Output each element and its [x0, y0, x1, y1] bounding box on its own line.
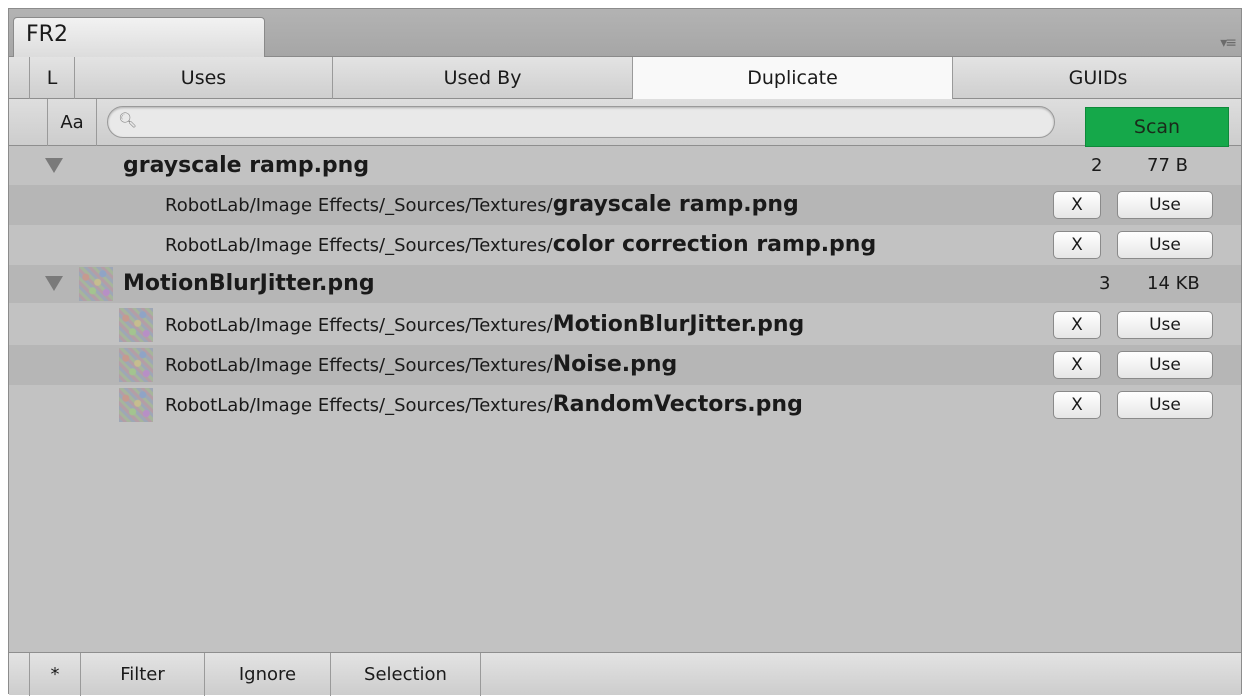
- item-file-name: MotionBlurJitter.png: [552, 312, 805, 337]
- item-file-name: RandomVectors.png: [552, 392, 803, 417]
- item-path: RobotLab/Image Effects/_Sources/Textures…: [165, 192, 799, 217]
- group-row[interactable]: MotionBlurJitter.png 3 14 KB: [9, 265, 1241, 303]
- group-count: 3: [1099, 273, 1111, 294]
- texture-thumbnail-icon: [119, 348, 153, 382]
- search-bar: Aa 🔍︎ Scan: [9, 99, 1241, 147]
- search-field[interactable]: 🔍︎: [107, 106, 1055, 138]
- item-file-name: Noise.png: [552, 352, 678, 377]
- use-button[interactable]: Use: [1117, 351, 1213, 379]
- fr2-window: FR2 ▾≡ L Uses Used By Duplicate GUIDs Aa…: [8, 8, 1242, 696]
- use-button[interactable]: Use: [1117, 391, 1213, 419]
- texture-thumbnail-icon: [119, 308, 153, 342]
- use-button[interactable]: Use: [1117, 191, 1213, 219]
- star-button[interactable]: *: [29, 653, 81, 696]
- lock-toggle[interactable]: L: [29, 57, 75, 99]
- ignore-button[interactable]: Ignore: [205, 653, 331, 696]
- item-file-name: grayscale ramp.png: [552, 192, 799, 217]
- search-icon[interactable]: 🔍︎: [118, 111, 137, 129]
- remove-button[interactable]: X: [1053, 231, 1101, 259]
- list-item[interactable]: RobotLab/Image Effects/_Sources/Textures…: [9, 305, 1241, 345]
- item-path: RobotLab/Image Effects/_Sources/Textures…: [165, 312, 805, 337]
- list-item[interactable]: RobotLab/Image Effects/_Sources/Textures…: [9, 345, 1241, 385]
- bottom-bar: * Filter Ignore Selection: [9, 652, 1241, 696]
- use-button[interactable]: Use: [1117, 231, 1213, 259]
- list-item[interactable]: RobotLab/Image Effects/_Sources/Textures…: [9, 225, 1241, 265]
- menu-icon[interactable]: ▾≡: [1220, 35, 1237, 51]
- selection-button[interactable]: Selection: [331, 653, 481, 696]
- filter-button[interactable]: Filter: [81, 653, 205, 696]
- window-tab-fr2[interactable]: FR2: [13, 17, 265, 58]
- tab-used-by[interactable]: Used By: [333, 57, 633, 99]
- case-sensitive-toggle[interactable]: Aa: [47, 99, 97, 146]
- remove-button[interactable]: X: [1053, 311, 1101, 339]
- item-file-name: color correction ramp.png: [552, 232, 877, 257]
- item-path: RobotLab/Image Effects/_Sources/Textures…: [165, 232, 877, 257]
- search-input[interactable]: [142, 111, 1022, 133]
- texture-thumbnail-icon: [79, 267, 113, 301]
- scan-button[interactable]: Scan: [1085, 107, 1229, 147]
- list-item[interactable]: RobotLab/Image Effects/_Sources/Textures…: [9, 385, 1241, 425]
- list-item[interactable]: RobotLab/Image Effects/_Sources/Textures…: [9, 185, 1241, 225]
- tab-duplicate[interactable]: Duplicate: [633, 57, 953, 99]
- group-size: 14 KB: [1147, 273, 1200, 294]
- group-count: 2: [1091, 155, 1103, 176]
- remove-button[interactable]: X: [1053, 191, 1101, 219]
- expand-triangle-icon[interactable]: [45, 158, 63, 173]
- duplicate-list: grayscale ramp.png 2 77 B RobotLab/Image…: [9, 147, 1241, 652]
- remove-button[interactable]: X: [1053, 351, 1101, 379]
- group-name: MotionBlurJitter.png: [123, 271, 375, 296]
- window-tab-strip: FR2 ▾≡: [9, 9, 1241, 58]
- use-button[interactable]: Use: [1117, 311, 1213, 339]
- group-row[interactable]: grayscale ramp.png 2 77 B: [9, 147, 1241, 185]
- mode-tab-bar: L Uses Used By Duplicate GUIDs: [9, 57, 1241, 99]
- group-size: 77 B: [1147, 155, 1188, 176]
- tab-guids[interactable]: GUIDs: [953, 57, 1243, 99]
- remove-button[interactable]: X: [1053, 391, 1101, 419]
- item-path: RobotLab/Image Effects/_Sources/Textures…: [165, 352, 678, 377]
- group-name: grayscale ramp.png: [123, 153, 370, 178]
- tab-uses[interactable]: Uses: [75, 57, 333, 99]
- expand-triangle-icon[interactable]: [45, 276, 63, 291]
- texture-thumbnail-icon: [119, 388, 153, 422]
- item-path: RobotLab/Image Effects/_Sources/Textures…: [165, 392, 803, 417]
